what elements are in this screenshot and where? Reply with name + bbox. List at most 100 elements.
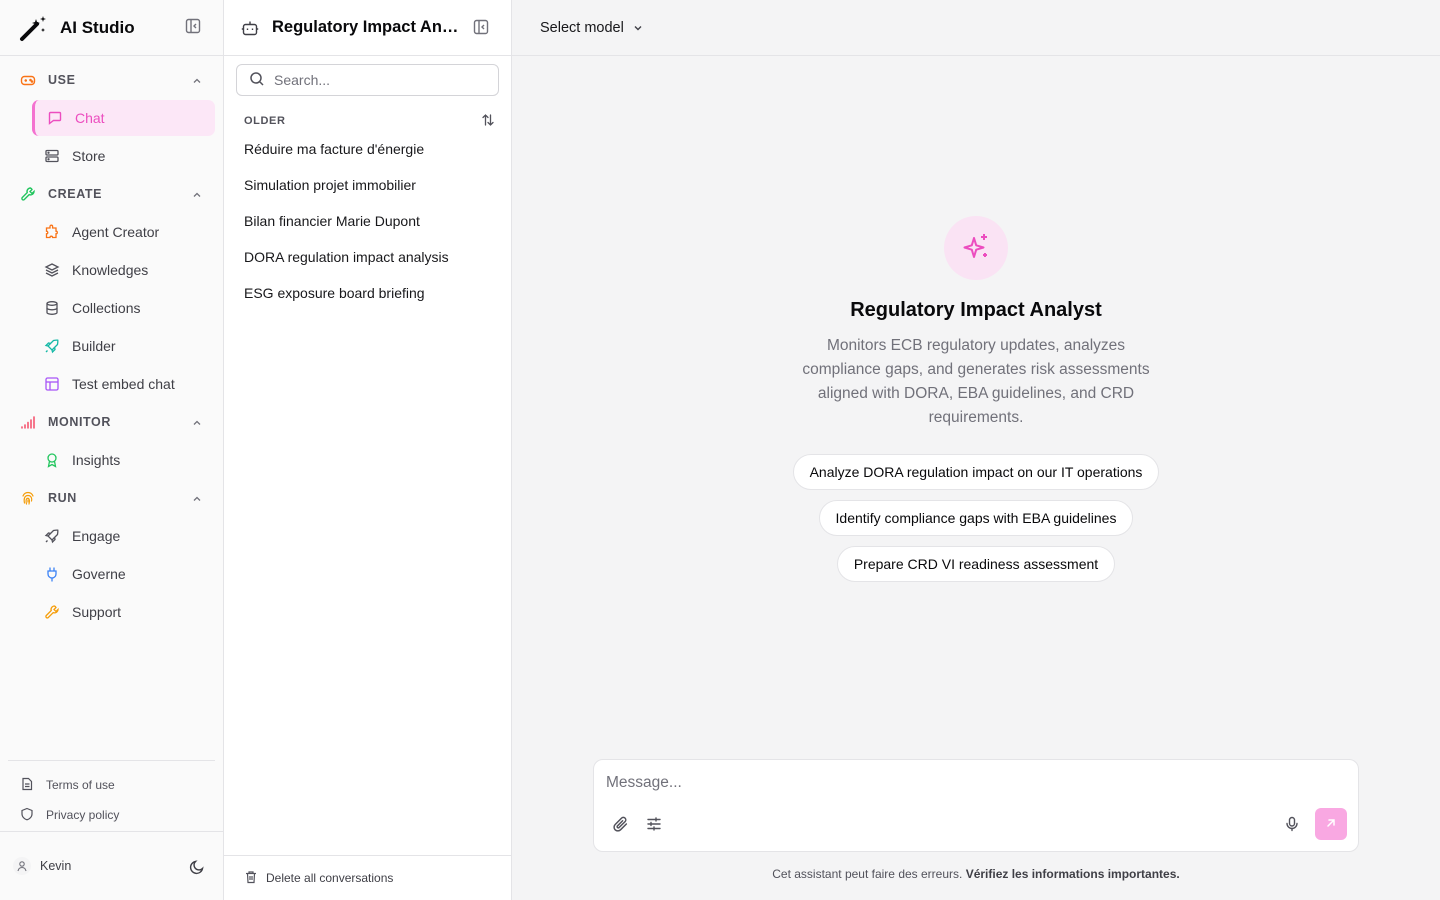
- disclaimer: Cet assistant peut faire des erreurs. Vé…: [512, 867, 1440, 881]
- sidebar-item-chat[interactable]: Chat: [32, 100, 215, 136]
- user-icon: [13, 857, 31, 875]
- sidebar-item-insights[interactable]: Insights: [32, 442, 215, 478]
- plug-icon: [44, 566, 60, 582]
- chevron-down-icon: [632, 22, 644, 34]
- suggestion-chip[interactable]: Analyze DORA regulation impact on our IT…: [792, 454, 1160, 490]
- disclaimer-text: Cet assistant peut faire des erreurs.: [772, 867, 963, 881]
- disclaimer-emphasis: Vérifiez les informations importantes.: [965, 867, 1180, 881]
- gamepad-icon: [20, 72, 36, 88]
- suggestion-chip[interactable]: Prepare CRD VI readiness assessment: [836, 546, 1116, 582]
- divider: [8, 760, 215, 761]
- puzzle-icon: [44, 224, 60, 240]
- chevron-up-icon[interactable]: [191, 416, 203, 428]
- sparkles-icon: [944, 216, 1008, 280]
- main-header: Select model: [512, 0, 1440, 56]
- model-select-label: Select model: [540, 19, 624, 36]
- sidebar-item-label: Knowledges: [72, 262, 149, 278]
- sliders-icon[interactable]: [645, 815, 663, 833]
- sidebar-item-agent-creator[interactable]: Agent Creator: [32, 214, 215, 250]
- section-label: MONITOR: [48, 415, 111, 429]
- signal-bars-icon: [20, 414, 36, 430]
- agent-title: Regulatory Impact Anal...: [272, 18, 462, 36]
- magic-wand-icon: [18, 13, 48, 43]
- sidebar-item-label: Chat: [75, 110, 105, 126]
- section-monitor[interactable]: MONITOR: [0, 404, 223, 440]
- sidebar-item-label: Test embed chat: [72, 376, 175, 392]
- conversation-item[interactable]: Simulation projet immobilier: [236, 167, 500, 203]
- sidebar-item-builder[interactable]: Builder: [32, 328, 215, 364]
- wrench-icon: [20, 186, 36, 202]
- database-icon: [44, 300, 60, 316]
- search-icon: [249, 71, 265, 90]
- message-input[interactable]: [606, 774, 1306, 798]
- sidebar-item-store[interactable]: Store: [32, 138, 215, 174]
- collapse-sidebar-icon[interactable]: [185, 18, 203, 36]
- sidebar-item-governe[interactable]: Governe: [32, 556, 215, 592]
- search-input[interactable]: [274, 72, 494, 88]
- shield-icon: [20, 807, 34, 824]
- conversation-item[interactable]: Réduire ma facture d'énergie: [236, 131, 500, 167]
- sidebar-item-collections[interactable]: Collections: [32, 290, 215, 326]
- section-label: RUN: [48, 491, 77, 505]
- rocket-icon: [44, 338, 60, 354]
- terms-label: Terms of use: [46, 778, 115, 792]
- search-box: [236, 64, 499, 96]
- section-use[interactable]: USE: [0, 62, 223, 98]
- wrench-icon: [44, 604, 60, 620]
- sidebar-item-label: Support: [72, 604, 122, 620]
- conversation-list: Réduire ma facture d'énergie Simulation …: [236, 131, 500, 311]
- paperclip-icon[interactable]: [611, 815, 629, 833]
- file-text-icon: [20, 777, 34, 794]
- section-create[interactable]: CREATE: [0, 176, 223, 212]
- sidebar-nav: USE Chat Store CREATE Agent Creator Know…: [0, 62, 223, 632]
- sidebar-item-label: Builder: [72, 338, 116, 354]
- delete-all-label: Delete all conversations: [266, 871, 394, 885]
- sidebar-item-label: Governe: [72, 566, 126, 582]
- collapse-panel-icon[interactable]: [473, 19, 489, 35]
- sidebar: AI Studio USE Chat Store CREATE Agent Cr…: [0, 0, 224, 900]
- send-button[interactable]: [1315, 808, 1347, 840]
- chevron-up-icon[interactable]: [191, 74, 203, 86]
- legal-links: Terms of use Privacy policy: [0, 770, 223, 830]
- server-icon: [44, 148, 60, 164]
- conversations-panel: Regulatory Impact Anal... OLDER Réduire …: [224, 0, 512, 900]
- conversations-header: Regulatory Impact Anal...: [224, 0, 511, 56]
- conversation-item[interactable]: Bilan financier Marie Dupont: [236, 203, 500, 239]
- layers-icon: [44, 262, 60, 278]
- section-label: CREATE: [48, 187, 103, 201]
- suggestion-chip[interactable]: Identify compliance gaps with EBA guidel…: [818, 500, 1134, 536]
- trash-icon: [244, 870, 258, 887]
- microphone-icon[interactable]: [1283, 815, 1301, 833]
- user-menu[interactable]: Kevin: [0, 831, 223, 900]
- privacy-policy-link[interactable]: Privacy policy: [0, 800, 223, 830]
- terms-of-use-link[interactable]: Terms of use: [0, 770, 223, 800]
- bot-icon: [241, 19, 259, 37]
- sidebar-item-label: Engage: [72, 528, 121, 544]
- sidebar-item-label: Insights: [72, 452, 121, 468]
- layout-icon: [44, 376, 60, 392]
- award-icon: [44, 452, 60, 468]
- delete-all-conversations-button[interactable]: Delete all conversations: [224, 855, 511, 900]
- agent-description: Monitors ECB regulatory updates, analyze…: [802, 337, 1150, 426]
- privacy-label: Privacy policy: [46, 808, 120, 822]
- sidebar-item-support[interactable]: Support: [32, 594, 215, 630]
- sidebar-item-engage[interactable]: Engage: [32, 518, 215, 554]
- moon-icon[interactable]: [189, 859, 205, 875]
- model-select[interactable]: Select model: [540, 20, 644, 36]
- message-square-icon: [47, 110, 63, 126]
- sidebar-item-label: Agent Creator: [72, 224, 160, 240]
- message-composer: [593, 759, 1359, 852]
- sidebar-item-test-embed-chat[interactable]: Test embed chat: [32, 366, 215, 402]
- sidebar-item-label: Store: [72, 148, 106, 164]
- sidebar-item-knowledges[interactable]: Knowledges: [32, 252, 215, 288]
- chevron-up-icon[interactable]: [191, 188, 203, 200]
- chevron-up-icon[interactable]: [191, 492, 203, 504]
- sort-arrows-icon[interactable]: [481, 113, 495, 127]
- sidebar-item-label: Collections: [72, 300, 141, 316]
- fingerprint-icon: [20, 490, 36, 506]
- conversation-item[interactable]: ESG exposure board briefing: [236, 275, 500, 311]
- conversation-item[interactable]: DORA regulation impact analysis: [236, 239, 500, 275]
- agent-name: Regulatory Impact Analyst: [850, 299, 1102, 321]
- section-run[interactable]: RUN: [0, 480, 223, 516]
- section-label: USE: [48, 73, 76, 87]
